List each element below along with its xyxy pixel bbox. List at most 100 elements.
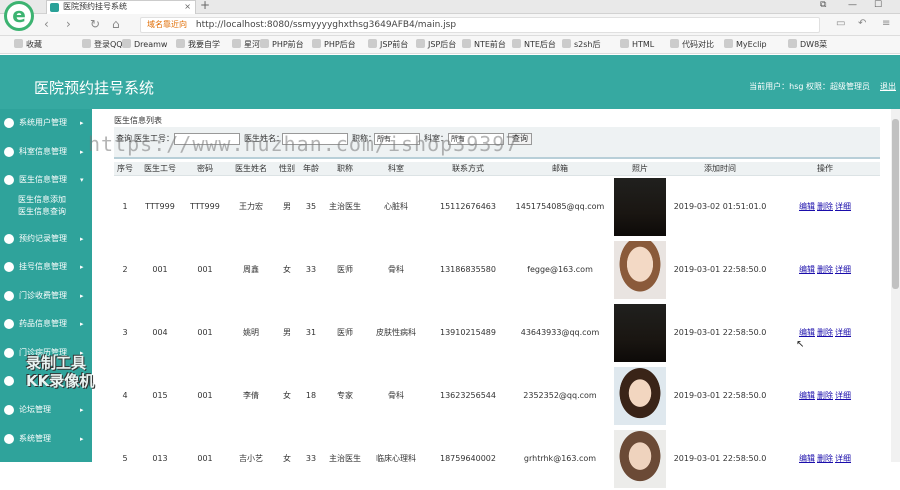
cell-no: 1 bbox=[122, 202, 128, 212]
restore-icon[interactable]: ⧉ bbox=[820, 0, 826, 10]
sidebar-item-fees[interactable]: 门诊收费管理 ▸ bbox=[0, 288, 92, 304]
bookmark-item[interactable]: 我要自学 bbox=[176, 39, 220, 50]
logout-link[interactable]: 退出 bbox=[880, 81, 896, 92]
minimize-icon[interactable]: — bbox=[848, 0, 857, 10]
table-row: 5 013 001 吉小艺 女 33 主治医生 临床心理科 18759640002 grhtrhk… bbox=[114, 427, 880, 490]
cell-ops: 编辑 删除 详细 bbox=[770, 364, 880, 427]
sidebar-item-drugs[interactable]: 药品信息管理 ▸ bbox=[0, 316, 92, 332]
undo-icon[interactable]: ↶ bbox=[858, 18, 866, 29]
bookmark-item[interactable]: 登录QQ bbox=[82, 39, 123, 50]
cell-dept: 临床心理科 bbox=[376, 454, 416, 463]
cell-phone: 15112676463 bbox=[440, 202, 496, 212]
bookmark-item[interactable]: 代码对比 bbox=[670, 39, 714, 50]
sidebar-item-registration[interactable]: 挂号信息管理 ▸ bbox=[0, 259, 92, 275]
bookmark-item[interactable]: PHP前台 bbox=[260, 39, 304, 50]
cell-pwd: 001 bbox=[197, 265, 213, 274]
address-input[interactable]: 域名靠近向 http://localhost:8080/ssmyyyyghxth… bbox=[140, 17, 820, 33]
bookmark-item[interactable]: Dreamw bbox=[122, 39, 167, 50]
col-code: 医生工号 bbox=[136, 162, 184, 176]
bookmark-icon bbox=[724, 39, 733, 48]
chevron-down-icon: ▾ bbox=[80, 176, 84, 184]
cell-age: 33 bbox=[305, 454, 317, 463]
delete-link[interactable]: 删除 bbox=[817, 391, 833, 400]
menu-icon bbox=[4, 319, 14, 329]
menu-icon bbox=[4, 434, 14, 444]
cell-phone: 13186835580 bbox=[440, 265, 496, 274]
sidebar-item-system-users[interactable]: 系统用户管理 ▸ bbox=[0, 115, 92, 131]
doctor-photo bbox=[614, 366, 666, 425]
cell-code: 013 bbox=[152, 454, 168, 463]
cell-dept: 心脏科 bbox=[384, 202, 408, 212]
delete-link[interactable]: 删除 bbox=[817, 328, 833, 337]
bookmark-icon bbox=[512, 39, 521, 48]
sidebar-item-doctors[interactable]: 医生信息管理 ▾ bbox=[0, 172, 92, 188]
sidebar-item-appointments[interactable]: 预约记录管理 ▸ bbox=[0, 231, 92, 247]
sidebar-sub-add-doctor[interactable]: 医生信息添加 bbox=[18, 194, 66, 206]
menu-icon[interactable]: ≡ bbox=[882, 18, 890, 29]
cell-time: 2019-03-01 22:58:50.0 bbox=[673, 265, 767, 274]
sidebar-sub-query-doctor[interactable]: 医生信息查询 bbox=[18, 206, 66, 218]
bookmark-item[interactable]: s2sh后 bbox=[562, 39, 601, 50]
page-icon[interactable]: ▭ bbox=[836, 18, 845, 29]
chevron-right-icon: ▸ bbox=[80, 406, 84, 414]
bookmark-item[interactable]: HTML bbox=[620, 39, 654, 50]
edit-link[interactable]: 编辑 bbox=[799, 202, 815, 211]
cell-time: 2019-03-02 01:51:01.0 bbox=[673, 202, 767, 212]
delete-link[interactable]: 删除 bbox=[817, 202, 833, 211]
cell-email: 1451754085@qq.com bbox=[515, 202, 605, 212]
menu-icon bbox=[4, 376, 14, 386]
bookmark-item[interactable]: PHP后台 bbox=[312, 39, 356, 50]
back-icon[interactable]: ‹ bbox=[44, 17, 49, 31]
detail-link[interactable]: 详细 bbox=[835, 265, 851, 274]
home-icon[interactable]: ⌂ bbox=[112, 17, 120, 31]
col-no: 序号 bbox=[114, 162, 136, 176]
edit-link[interactable]: 编辑 bbox=[799, 265, 815, 274]
cell-gender: 女 bbox=[283, 391, 291, 400]
bookmark-item[interactable]: JSP后台 bbox=[416, 39, 456, 50]
sidebar-item-forum[interactable]: 论坛管理 ▸ bbox=[0, 402, 92, 418]
tab-close-icon[interactable]: × bbox=[184, 1, 191, 13]
delete-link[interactable]: 删除 bbox=[817, 265, 833, 274]
cell-title: 主治医生 bbox=[329, 202, 361, 212]
bookmark-icon bbox=[416, 39, 425, 48]
bookmark-item[interactable]: NTE后台 bbox=[512, 39, 556, 50]
browser-tab[interactable]: 医院预约挂号系统 × bbox=[46, 0, 196, 14]
cell-age: 35 bbox=[305, 202, 317, 212]
bookmark-item[interactable]: JSP前台 bbox=[368, 39, 408, 50]
cell-name: 王力宏 bbox=[239, 202, 263, 212]
cell-dept: 皮肤性病科 bbox=[376, 328, 416, 337]
app-header: 医院预约挂号系统 当前用户：hsg 权限：超级管理员 退出 bbox=[0, 55, 900, 109]
refresh-icon[interactable]: ↻ bbox=[90, 17, 100, 31]
col-phone: 联系方式 bbox=[426, 162, 510, 176]
edit-link[interactable]: 编辑 bbox=[799, 328, 815, 337]
bookmark-item[interactable]: 星河 bbox=[232, 39, 260, 50]
cell-title: 医师 bbox=[337, 265, 353, 274]
detail-link[interactable]: 详细 bbox=[835, 202, 851, 211]
table-header-row: 序号 医生工号 密码 医生姓名 性别 年龄 职称 科室 联系方式 邮箱 照片 添… bbox=[114, 162, 880, 176]
new-tab-button[interactable]: + bbox=[200, 0, 210, 12]
sidebar-item-departments[interactable]: 科室信息管理 ▸ bbox=[0, 144, 92, 160]
cell-ops: 编辑 删除 详细 bbox=[770, 301, 880, 364]
app-title: 医院预约挂号系统 bbox=[34, 79, 155, 97]
bookmark-item[interactable]: DW8菜 bbox=[788, 39, 827, 50]
bookmark-item[interactable]: NTE前台 bbox=[462, 39, 506, 50]
cell-email: 2352352@qq.com bbox=[523, 391, 597, 400]
bookmark-icon bbox=[462, 39, 471, 48]
scrollbar[interactable] bbox=[891, 109, 900, 462]
tab-title: 医院预约挂号系统 bbox=[63, 2, 127, 11]
bookmark-item[interactable]: 收藏 bbox=[14, 39, 42, 50]
cell-pwd: TTT999 bbox=[190, 202, 220, 212]
bookmark-icon bbox=[788, 39, 797, 48]
detail-link[interactable]: 详细 bbox=[835, 328, 851, 337]
menu-icon bbox=[4, 234, 14, 244]
maximize-icon[interactable]: ☐ bbox=[874, 0, 882, 10]
detail-link[interactable]: 详细 bbox=[835, 391, 851, 400]
cell-age: 33 bbox=[305, 265, 317, 274]
scrollbar-thumb[interactable] bbox=[892, 119, 899, 289]
cell-pwd: 001 bbox=[197, 454, 213, 463]
bookmark-item[interactable]: MyEclip bbox=[724, 39, 767, 50]
edit-link[interactable]: 编辑 bbox=[799, 391, 815, 400]
doctor-table: 序号 医生工号 密码 医生姓名 性别 年龄 职称 科室 联系方式 邮箱 照片 添… bbox=[114, 162, 880, 490]
forward-icon[interactable]: › bbox=[66, 17, 71, 31]
sidebar-item-system[interactable]: 系统管理 ▸ bbox=[0, 431, 92, 447]
